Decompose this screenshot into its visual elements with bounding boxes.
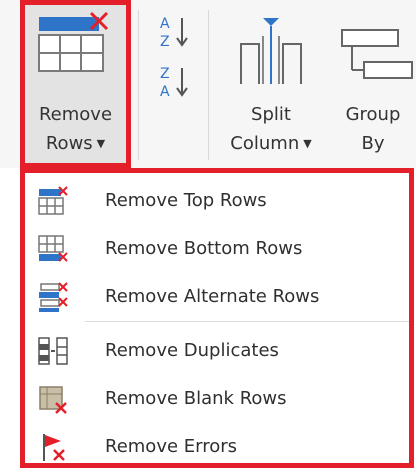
group-by-icon [341,29,413,79]
split-column-label-line1: Split [251,104,291,125]
remove-rows-menu: Remove Top Rows Remove Bottom Rows Remov… [20,168,414,468]
menu-item-label: Remove Blank Rows [105,388,287,409]
sort-descending-icon[interactable]: Z A [158,64,198,106]
menu-item-remove-errors[interactable]: Remove Errors [25,423,409,470]
remove-alternate-rows-icon [39,282,68,312]
ribbon-divider [138,10,139,160]
ribbon: Remove Rows ▼ A Z Z A Split Column ▼ Gro… [0,0,416,168]
svg-text:A: A [160,16,170,32]
remove-blank-rows-icon [39,386,67,414]
menu-item-remove-top-rows[interactable]: Remove Top Rows [25,177,409,225]
svg-text:Z: Z [160,66,170,82]
menu-item-remove-alternate-rows[interactable]: Remove Alternate Rows [25,273,409,321]
sort-group: A Z Z A [150,0,200,168]
svg-text:Z: Z [160,34,170,50]
sort-ascending-icon[interactable]: A Z [158,14,198,56]
menu-item-label: Remove Top Rows [105,190,267,211]
remove-rows-button[interactable]: Remove Rows ▼ [20,0,131,168]
split-column-label-text: Column [230,133,300,154]
remove-errors-icon [43,434,65,461]
split-column-label-line2: Column ▼ [215,135,327,153]
remove-bottom-rows-icon [38,235,68,262]
menu-item-remove-bottom-rows[interactable]: Remove Bottom Rows [25,225,409,273]
chevron-down-icon: ▼ [303,137,312,150]
remove-top-rows-icon [38,186,68,215]
menu-item-label: Remove Errors [105,436,238,457]
menu-item-remove-duplicates[interactable]: Remove Duplicates [25,327,409,375]
menu-item-remove-blank-rows[interactable]: Remove Blank Rows [25,375,409,423]
split-column-icon [240,18,302,84]
remove-rows-label-line2: Rows ▼ [25,135,126,153]
group-by-button[interactable]: Group By [330,0,416,168]
menu-separator [85,321,409,322]
ribbon-divider [208,10,209,160]
menu-item-label: Remove Alternate Rows [105,286,320,307]
remove-rows-label-line1: Remove [38,104,113,125]
menu-item-label: Remove Bottom Rows [105,238,303,259]
remove-duplicates-icon [38,337,68,365]
remove-rows-label-text: Rows [45,133,93,154]
group-by-label-line2: By [361,133,385,154]
menu-item-label: Remove Duplicates [105,340,279,361]
chevron-down-icon: ▼ [96,137,106,150]
group-by-label-line1: Group [345,104,401,125]
remove-rows-icon [38,11,109,72]
svg-text:A: A [160,84,170,100]
split-column-button[interactable]: Split Column ▼ [215,0,327,168]
